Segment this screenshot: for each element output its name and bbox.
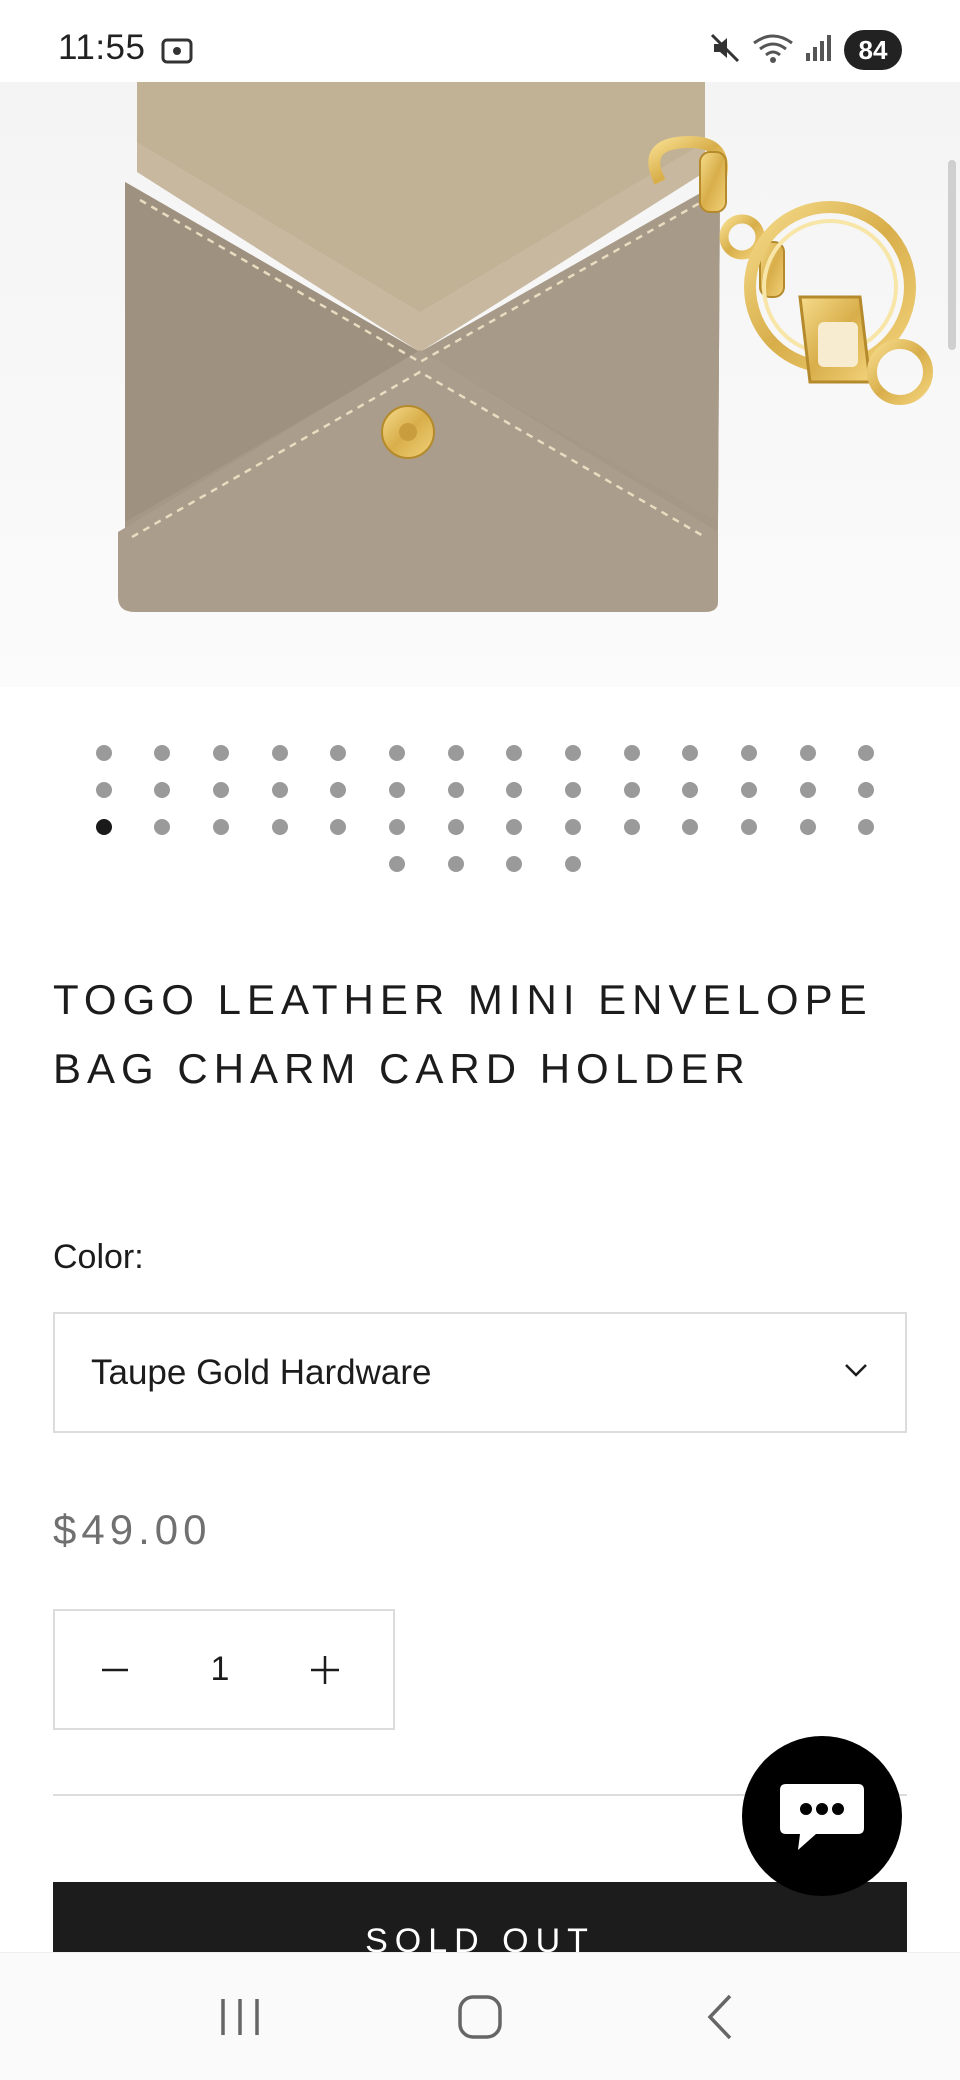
pagination-dot[interactable] — [212, 745, 229, 761]
minus-icon — [102, 1668, 128, 1671]
pagination-dot[interactable] — [271, 782, 288, 798]
pagination-dot[interactable] — [741, 745, 758, 761]
mute-icon — [708, 31, 742, 70]
pagination-dot[interactable] — [682, 782, 699, 798]
product-title: TOGO LEATHER MINI ENVELOPE BAG CHARM CAR… — [53, 976, 873, 1092]
pagination-dot[interactable] — [565, 782, 582, 798]
back-icon — [707, 1994, 732, 2039]
image-pagination — [55, 745, 915, 872]
pagination-dot[interactable] — [95, 819, 112, 835]
color-label: Color: — [53, 1238, 144, 1276]
back-button[interactable] — [680, 1977, 760, 2057]
decrease-quantity-button[interactable] — [95, 1650, 135, 1690]
status-icons: 84 — [708, 30, 902, 70]
scrollbar-thumb[interactable] — [948, 160, 956, 350]
pagination-dot[interactable] — [212, 782, 229, 798]
pagination-dot[interactable] — [858, 782, 875, 798]
pagination-dot[interactable] — [388, 819, 405, 835]
pagination-dot[interactable] — [95, 782, 112, 798]
pagination-dot[interactable] — [271, 745, 288, 761]
product-price: $49.00 — [53, 1506, 212, 1553]
recents-button[interactable] — [200, 1977, 280, 2057]
pagination-dot[interactable] — [154, 745, 171, 761]
chat-icon — [780, 1784, 864, 1850]
pagination-dot[interactable] — [388, 856, 405, 872]
status-time: 11:55 — [58, 28, 146, 67]
recents-icon — [221, 1998, 259, 2035]
battery-indicator: 84 — [844, 30, 902, 70]
wifi-icon — [752, 31, 794, 70]
color-select[interactable]: Taupe Gold Hardware — [53, 1312, 907, 1433]
pagination-dot[interactable] — [858, 819, 875, 835]
pagination-dot[interactable] — [506, 782, 523, 798]
pagination-dot[interactable] — [799, 782, 816, 798]
pagination-dot[interactable] — [799, 819, 816, 835]
pagination-dot[interactable] — [271, 819, 288, 835]
signal-icon — [804, 33, 834, 68]
pagination-dot[interactable] — [447, 819, 464, 835]
plus-icon — [310, 1655, 339, 1684]
pagination-dot[interactable] — [154, 782, 171, 798]
home-icon — [458, 1994, 502, 2039]
pagination-dot[interactable] — [506, 856, 523, 872]
pagination-dot[interactable] — [95, 745, 112, 761]
pagination-dot[interactable] — [565, 856, 582, 872]
pagination-dot[interactable] — [330, 782, 347, 798]
pagination-dot[interactable] — [154, 819, 171, 835]
pagination-dot[interactable] — [388, 782, 405, 798]
pagination-dot[interactable] — [330, 819, 347, 835]
chat-button[interactable] — [742, 1736, 902, 1896]
pagination-dot[interactable] — [447, 856, 464, 872]
color-select-value: Taupe Gold Hardware — [91, 1352, 432, 1392]
pagination-dot[interactable] — [447, 782, 464, 798]
pagination-dot[interactable] — [741, 819, 758, 835]
pagination-dot[interactable] — [565, 745, 582, 761]
quantity-stepper: 1 — [53, 1609, 395, 1730]
pagination-dot[interactable] — [506, 819, 523, 835]
increase-quantity-button[interactable] — [305, 1650, 345, 1690]
pagination-dot[interactable] — [447, 745, 464, 761]
home-button[interactable] — [440, 1977, 520, 2057]
pagination-dot[interactable] — [565, 819, 582, 835]
pagination-dot[interactable] — [682, 745, 699, 761]
pagination-dot[interactable] — [506, 745, 523, 761]
pagination-dot[interactable] — [623, 782, 640, 798]
chevron-down-icon — [841, 1360, 871, 1385]
pagination-dot[interactable] — [858, 745, 875, 761]
pagination-dot[interactable] — [682, 819, 699, 835]
pagination-dot[interactable] — [623, 745, 640, 761]
pagination-dot[interactable] — [388, 745, 405, 761]
pagination-dot[interactable] — [799, 745, 816, 761]
pagination-dot[interactable] — [741, 782, 758, 798]
screenshot-icon — [160, 36, 194, 71]
status-bar: 11:55 84 — [0, 0, 960, 82]
product-image[interactable] — [0, 82, 960, 687]
pagination-dot[interactable] — [212, 819, 229, 835]
quantity-value[interactable]: 1 — [211, 1650, 230, 1689]
pagination-dot[interactable] — [623, 819, 640, 835]
navigation-bar — [0, 1952, 960, 2080]
pagination-dot[interactable] — [330, 745, 347, 761]
